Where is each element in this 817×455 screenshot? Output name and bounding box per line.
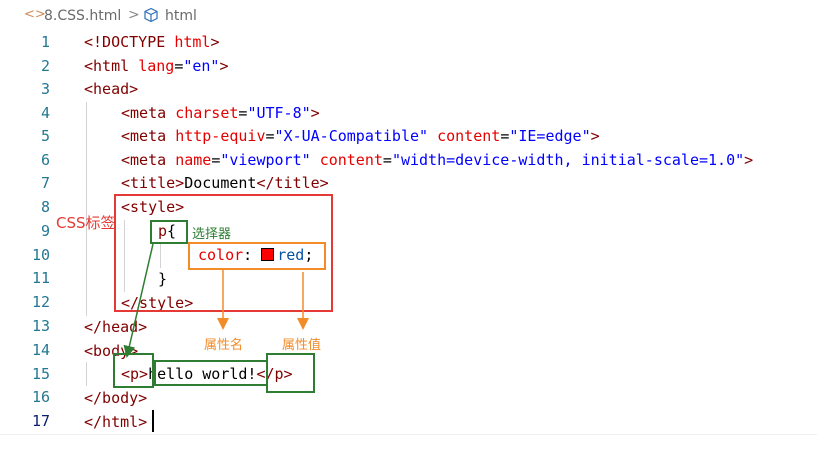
- annotation-arrows: [123, 243, 309, 358]
- selector-to-p-arrow: [123, 243, 154, 358]
- editor-bottom-rule: [0, 434, 817, 435]
